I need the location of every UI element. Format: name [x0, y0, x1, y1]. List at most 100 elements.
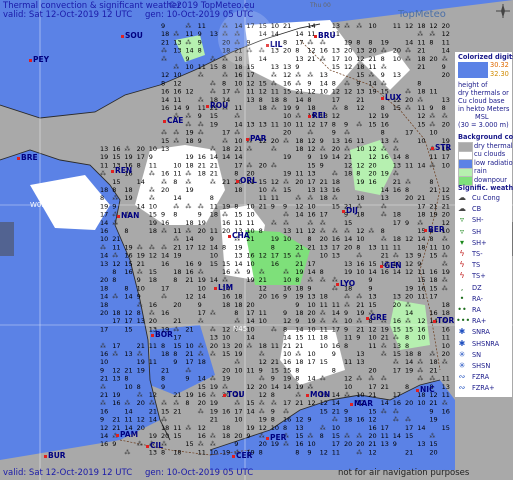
- thermal-height-digit: 19: [405, 284, 413, 292]
- shower-symbol: ⁂: [210, 376, 216, 383]
- thermal-height-digit: 11: [173, 424, 181, 432]
- thermal-height-digit: 12: [417, 317, 425, 325]
- thermal-height-digit: 13: [283, 63, 291, 71]
- thermal-height-digit: 19: [283, 104, 291, 112]
- thermal-height-digit: 16: [442, 325, 450, 333]
- thermal-height-digit: 14: [271, 383, 279, 391]
- thermal-height-digit: 12: [307, 120, 315, 128]
- thermal-height-digit: 18: [442, 301, 450, 309]
- city-marker-icon: [163, 120, 166, 123]
- thermal-height-digit: 17: [393, 219, 401, 227]
- shower-symbol: ⁂: [137, 269, 143, 276]
- thermal-height-digit: 15: [173, 342, 181, 350]
- thermal-height-digit: 10: [234, 366, 242, 374]
- prev-arrow-button[interactable]: [0, 222, 14, 256]
- thermal-height-digit: 9: [295, 104, 299, 112]
- city-marker-icon: [266, 437, 269, 440]
- thermal-height-digit: 10: [173, 71, 181, 79]
- thermal-height-digit: 11: [320, 325, 328, 333]
- thermal-height-digit: 21: [173, 243, 181, 251]
- shower-symbol: ⁂: [271, 80, 277, 87]
- thermal-height-digit: 21: [320, 178, 328, 186]
- thermal-height-digit: 13: [161, 145, 169, 153]
- thermal-height-digit: 20: [283, 129, 291, 137]
- thermal-height-digit: 14: [332, 153, 340, 161]
- shower-symbol: ⁂: [271, 220, 277, 227]
- thermal-height-digit: 21: [173, 391, 181, 399]
- shower-symbol: ⁂: [149, 187, 155, 194]
- legend-wx-label: SHSN: [472, 362, 491, 370]
- thermal-height-digit: 19: [185, 129, 193, 137]
- legend-panel: Colorized digits 30.32 32.30 height of d…: [455, 52, 513, 397]
- thermal-height-digit: 8: [307, 235, 311, 243]
- thermal-height-digit: 10: [344, 55, 352, 63]
- shower-symbol: ⁂: [344, 80, 350, 87]
- thermal-height-digit: 13: [381, 194, 389, 202]
- thermal-height-digit: 10: [344, 317, 352, 325]
- thermal-height-digit: 18: [417, 211, 425, 219]
- thermal-height-digit: 8: [283, 38, 287, 46]
- thermal-height-digit: 16: [246, 252, 254, 260]
- thermal-height-digit: 20: [368, 47, 376, 55]
- thermal-height-digit: 17: [185, 358, 193, 366]
- shower-symbol: ⁂: [393, 335, 399, 342]
- thermal-height-digit: 8: [161, 342, 165, 350]
- thermal-height-digit: 8: [271, 416, 275, 424]
- shower-symbol: ⁂: [442, 56, 448, 63]
- thermal-height-digit: 15: [185, 440, 193, 448]
- shower-symbol: ⁂: [405, 105, 411, 112]
- thermal-height-digit: 14: [368, 79, 376, 87]
- thermal-height-digit: 12: [356, 55, 364, 63]
- thermal-height-digit: 9: [161, 383, 165, 391]
- thermal-height-digit: 18: [149, 276, 157, 284]
- thermal-height-digit: 14: [381, 186, 389, 194]
- city-label-mar: MAR: [354, 399, 373, 408]
- thermal-height-digit: 17: [405, 129, 413, 137]
- thermal-height-digit: 20: [210, 342, 218, 350]
- thermal-height-digit: 21: [307, 243, 315, 251]
- thermal-height-digit: 14: [100, 219, 108, 227]
- shower-symbol: ⁂: [234, 113, 240, 120]
- shower-icon: ▿: [459, 226, 464, 236]
- thermal-height-digit: 12: [307, 88, 315, 96]
- thermal-height-digit: 11: [149, 161, 157, 169]
- thermal-height-digit: 11: [295, 227, 303, 235]
- shower-symbol: ⁂: [234, 89, 240, 96]
- thermal-height-digit: 8: [234, 309, 238, 317]
- thermal-height-digit: 16: [185, 268, 193, 276]
- shower-symbol: ⁂: [307, 433, 313, 440]
- thermal-height-digit: 18: [222, 432, 230, 440]
- digits-desc-1: height of: [458, 81, 488, 89]
- thermal-height-digit: 17: [124, 317, 132, 325]
- digit-swatch: [458, 62, 488, 78]
- thermal-height-digit: 14: [246, 407, 254, 415]
- thermal-height-digit: 19: [344, 38, 352, 46]
- thermal-height-digit: 19: [283, 170, 291, 178]
- thermal-height-digit: 20: [405, 293, 413, 301]
- thermal-height-digit: 10: [124, 383, 132, 391]
- thermal-height-digit: 18: [198, 358, 206, 366]
- thermal-height-digit: 9: [405, 219, 409, 227]
- thermal-height-digit: 13: [417, 440, 425, 448]
- thermal-height-digit: 12: [198, 424, 206, 432]
- shower-symbol: ⁂: [283, 220, 289, 227]
- city-label-bre: BRE: [21, 153, 38, 162]
- city-label-tou: TOU: [227, 390, 245, 399]
- thermal-height-digit: 12: [344, 161, 352, 169]
- thermal-height-digit: 13: [210, 30, 218, 38]
- thermal-height-digit: 8: [173, 211, 177, 219]
- legend-bg-label: downpour: [474, 175, 507, 184]
- thermal-height-digit: 8: [417, 79, 421, 87]
- thermal-height-digit: 14: [332, 391, 340, 399]
- thermal-height-digit: 8: [295, 276, 299, 284]
- thermal-height-digit: 20: [100, 309, 108, 317]
- legend-wx-label: TS-: [472, 250, 483, 258]
- thermal-height-digit: 12: [356, 161, 364, 169]
- shower-symbol: ⁂: [429, 433, 435, 440]
- thermal-height-digit: 21: [368, 391, 376, 399]
- thermal-height-digit: 8: [173, 350, 177, 358]
- thermal-height-digit: 21: [368, 440, 376, 448]
- thermal-height-digit: 12: [417, 112, 425, 120]
- city-marker-icon: [246, 138, 249, 141]
- thermal-height-digit: 10: [100, 358, 108, 366]
